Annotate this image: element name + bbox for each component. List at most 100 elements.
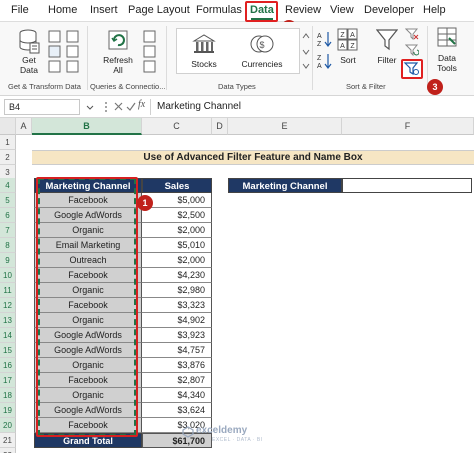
row-header[interactable]: 9 [0,253,16,268]
filter-icon[interactable] [375,28,399,54]
group-divider [87,26,88,90]
group-get-transform: Get & Transform Data [8,82,81,91]
callout-badge-1: 1 [137,195,153,211]
row-header[interactable]: 7 [0,223,16,238]
svg-text:Z: Z [340,32,345,39]
row-header[interactable]: 13 [0,313,16,328]
sales-cell[interactable]: $3,876 [142,358,212,373]
queries-icons[interactable] [143,30,157,76]
row-header[interactable]: 22 [0,448,16,453]
sort-icon[interactable]: Z A A Z [337,28,359,54]
get-data-label-2[interactable]: Data [17,65,41,75]
get-data-label-1[interactable]: Get [17,55,41,65]
group-divider [166,26,167,90]
cancel-icon[interactable] [114,102,123,113]
clear-filter-icon[interactable] [404,28,419,42]
row-header[interactable]: 10 [0,268,16,283]
sort-label[interactable]: Sort [334,55,362,65]
row-header[interactable]: 11 [0,283,16,298]
database-icon[interactable] [18,28,40,56]
sales-cell[interactable]: $4,230 [142,268,212,283]
sales-cell[interactable]: $3,923 [142,328,212,343]
data-tools-label-1[interactable]: Data [430,53,464,63]
sales-cell[interactable]: $2,000 [142,253,212,268]
svg-text:Z: Z [350,43,355,50]
row-header[interactable]: 6 [0,208,16,223]
refresh-all-label-1[interactable]: Refresh [100,55,136,65]
header-sales[interactable]: Sales [142,178,212,193]
data-tools-label-2[interactable]: Tools [430,63,464,73]
row-header[interactable]: 5 [0,193,16,208]
enter-check-icon[interactable] [126,102,136,113]
formula-input[interactable]: Marketing Channel [150,99,470,115]
advanced-filter-button[interactable] [401,59,423,79]
tab-formulas[interactable]: Formulas [196,4,242,16]
stocks-label[interactable]: Stocks [186,59,222,69]
tab-home[interactable]: Home [48,4,77,16]
sheet-title[interactable]: Use of Advanced Filter Feature and Name … [32,150,474,165]
currencies-icon[interactable]: $ [250,34,274,56]
column-header-c[interactable]: C [142,118,212,135]
reapply-icon[interactable] [404,44,420,58]
tab-page-layout[interactable]: Page Layout [128,4,190,16]
exceldemy-logo-icon [182,426,194,440]
tab-view[interactable]: View [330,4,354,16]
recent-sources-icon[interactable] [66,30,80,76]
row-header[interactable]: 19 [0,403,16,418]
filter-label[interactable]: Filter [372,55,402,65]
sales-cell[interactable]: $5,010 [142,238,212,253]
column-header-d[interactable]: D [212,118,228,135]
svg-text:A: A [340,43,345,50]
sales-cell[interactable]: $2,500 [142,208,212,223]
watermark-subtext: EXCEL · DATA · BI [212,437,263,443]
criteria-header[interactable]: Marketing Channel [228,178,342,193]
sales-cell[interactable]: $4,340 [142,388,212,403]
column-header-e[interactable]: E [228,118,342,135]
sales-cell[interactable]: $2,000 [142,223,212,238]
row-header[interactable]: 21 [0,433,16,448]
column-header-f[interactable]: F [342,118,474,135]
stocks-icon[interactable] [192,34,216,56]
data-tools-icon[interactable] [436,26,458,52]
tab-insert[interactable]: Insert [90,4,118,16]
sales-cell[interactable]: $4,902 [142,313,212,328]
active-tab-underline [251,18,273,20]
column-header-a[interactable]: A [16,118,32,135]
row-header[interactable]: 8 [0,238,16,253]
tab-help[interactable]: Help [423,4,446,16]
row-header[interactable]: 17 [0,373,16,388]
from-text-icon[interactable] [48,30,62,76]
name-box[interactable]: B4 [4,99,80,115]
column-header-b[interactable]: B [32,118,142,135]
sales-cell[interactable]: $2,807 [142,373,212,388]
sales-cell[interactable]: $2,980 [142,283,212,298]
currencies-label[interactable]: Currencies [238,59,286,69]
row-header[interactable]: 15 [0,343,16,358]
watermark-text: exceldemy [196,425,248,436]
gallery-scroll-icon[interactable] [302,32,310,74]
sort-ascending-icon[interactable]: A Z [316,30,332,50]
row-header[interactable]: 1 [0,135,16,150]
criteria-empty-cell[interactable] [342,178,472,193]
select-all-corner[interactable] [0,118,16,135]
row-header[interactable]: 14 [0,328,16,343]
row-header[interactable]: 12 [0,298,16,313]
tab-review[interactable]: Review [285,4,321,16]
name-box-dropdown-icon[interactable] [86,103,94,113]
refresh-all-label-2[interactable]: All [100,65,136,75]
selected-range-highlight [36,177,138,437]
sales-cell[interactable]: $3,624 [142,403,212,418]
sort-descending-icon[interactable]: Z A [316,52,332,72]
row-header[interactable]: 2 [0,150,16,165]
sales-cell[interactable]: $3,323 [142,298,212,313]
row-header[interactable]: 20 [0,418,16,433]
row-header[interactable]: 16 [0,358,16,373]
row-header[interactable]: 18 [0,388,16,403]
refresh-icon[interactable] [106,28,130,54]
svg-text:A: A [317,33,322,40]
tab-file[interactable]: File [11,4,29,16]
row-header[interactable]: 4 [0,178,16,193]
tab-developer[interactable]: Developer [364,4,414,16]
sales-cell[interactable]: $4,757 [142,343,212,358]
insert-function-icon[interactable]: fx [138,99,145,110]
